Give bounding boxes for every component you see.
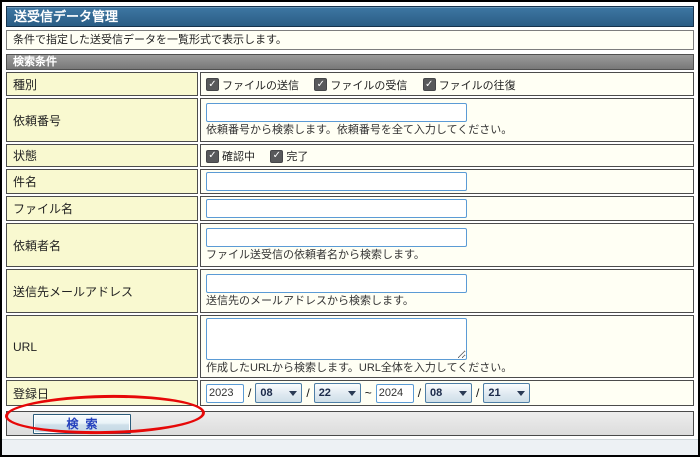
date-separator: / — [248, 386, 251, 400]
registration-date-label: 登録日 — [6, 380, 198, 406]
destination-email-input[interactable] — [206, 274, 467, 293]
to-day-value: 21 — [488, 387, 500, 399]
chevron-down-icon — [348, 391, 356, 396]
requester-name-input[interactable] — [206, 228, 467, 247]
page-title: 送受信データ管理 — [14, 9, 118, 24]
search-conditions-header: 検索条件 — [6, 54, 694, 70]
app-window: 送受信データ管理 条件で指定した送受信データを一覧形式で表示します。 検索条件 … — [0, 0, 700, 457]
request-number-input[interactable] — [206, 103, 467, 122]
checkbox-checked-icon — [206, 78, 219, 91]
table-row-requester-name: 依頼者名 ファイル送受信の依頼者名から検索します。 — [6, 223, 694, 267]
type-options-cell: ファイルの送信 ファイルの受信 ファイルの往復 — [200, 72, 694, 96]
table-row-status: 状態 確認中 完了 — [6, 144, 694, 167]
requester-name-label: 依頼者名 — [6, 223, 198, 267]
checkbox-checked-icon — [206, 150, 219, 163]
registration-date-cell: / 08 / 22 ~ / — [200, 380, 694, 406]
date-separator: / — [418, 386, 421, 400]
status-label: 状態 — [6, 144, 198, 167]
from-day-select[interactable]: 22 — [314, 383, 361, 403]
action-bar: 検索 — [6, 411, 694, 436]
destination-email-cell: 送信先のメールアドレスから検索します。 — [200, 269, 694, 313]
to-month-select[interactable]: 08 — [425, 383, 472, 403]
table-row-type: 種別 ファイルの送信 ファイルの受信 ファイルの往復 — [6, 72, 694, 96]
registration-date-controls: / 08 / 22 ~ / — [206, 383, 688, 403]
checkbox-status-complete[interactable]: 完了 — [270, 148, 308, 164]
checkbox-checked-icon — [423, 78, 436, 91]
checkbox-checked-icon — [314, 78, 327, 91]
checkbox-file-roundtrip[interactable]: ファイルの往復 — [423, 77, 516, 93]
search-form-table: 種別 ファイルの送信 ファイルの受信 ファイルの往復 — [4, 70, 696, 408]
table-row-destination-email: 送信先メールアドレス 送信先のメールアドレスから検索します。 — [6, 269, 694, 313]
bottom-filler — [2, 439, 698, 455]
url-help: 作成したURLから検索します。URL全体を入力してください。 — [206, 361, 688, 375]
table-row-file-name: ファイル名 — [6, 196, 694, 221]
chevron-down-icon — [517, 391, 525, 396]
from-year-input[interactable] — [206, 384, 244, 403]
status-options-cell: 確認中 完了 — [200, 144, 694, 167]
subject-input[interactable] — [206, 172, 467, 191]
checkbox-file-send[interactable]: ファイルの送信 — [206, 77, 299, 93]
requester-name-help: ファイル送受信の依頼者名から検索します。 — [206, 248, 688, 262]
checkbox-file-roundtrip-label: ファイルの往復 — [439, 77, 516, 93]
checkbox-checked-icon — [270, 150, 283, 163]
table-row-url: URL 作成したURLから検索します。URL全体を入力してください。 — [6, 315, 694, 378]
date-separator: / — [306, 386, 309, 400]
url-label: URL — [6, 315, 198, 378]
destination-email-label: 送信先メールアドレス — [6, 269, 198, 313]
page-description-bar: 条件で指定した送受信データを一覧形式で表示します。 — [6, 30, 694, 50]
file-name-label: ファイル名 — [6, 196, 198, 221]
checkbox-file-receive-label: ファイルの受信 — [330, 77, 407, 93]
file-name-cell — [200, 196, 694, 221]
to-month-value: 08 — [430, 387, 442, 399]
destination-email-help: 送信先のメールアドレスから検索します。 — [206, 294, 688, 308]
to-year-input[interactable] — [376, 384, 414, 403]
search-conditions-title: 検索条件 — [13, 56, 57, 68]
checkbox-status-confirming-label: 確認中 — [222, 148, 255, 164]
search-button[interactable]: 検索 — [33, 414, 131, 434]
checkbox-file-send-label: ファイルの送信 — [222, 77, 299, 93]
chevron-down-icon — [289, 391, 297, 396]
requester-name-cell: ファイル送受信の依頼者名から検索します。 — [200, 223, 694, 267]
subject-label: 件名 — [6, 169, 198, 194]
url-textarea[interactable] — [206, 318, 467, 360]
file-name-input[interactable] — [206, 199, 467, 218]
from-month-value: 08 — [260, 387, 272, 399]
date-separator: / — [476, 386, 479, 400]
table-row-subject: 件名 — [6, 169, 694, 194]
chevron-down-icon — [459, 391, 467, 396]
checkbox-file-receive[interactable]: ファイルの受信 — [314, 77, 407, 93]
table-row-request-number: 依頼番号 依頼番号から検索します。依頼番号を全て入力してください。 — [6, 98, 694, 142]
checkbox-status-complete-label: 完了 — [286, 148, 308, 164]
page-content: 送受信データ管理 条件で指定した送受信データを一覧形式で表示します。 検索条件 … — [2, 2, 698, 439]
from-month-select[interactable]: 08 — [255, 383, 302, 403]
url-cell: 作成したURLから検索します。URL全体を入力してください。 — [200, 315, 694, 378]
to-day-select[interactable]: 21 — [483, 383, 530, 403]
from-day-value: 22 — [319, 387, 331, 399]
request-number-help: 依頼番号から検索します。依頼番号を全て入力してください。 — [206, 123, 688, 137]
table-row-registration-date: 登録日 / 08 / 22 ~ — [6, 380, 694, 406]
range-separator: ~ — [365, 386, 372, 400]
request-number-cell: 依頼番号から検索します。依頼番号を全て入力してください。 — [200, 98, 694, 142]
page-description: 条件で指定した送受信データを一覧形式で表示します。 — [13, 34, 287, 46]
type-label: 種別 — [6, 72, 198, 96]
request-number-label: 依頼番号 — [6, 98, 198, 142]
checkbox-status-confirming[interactable]: 確認中 — [206, 148, 255, 164]
subject-cell — [200, 169, 694, 194]
page-title-bar: 送受信データ管理 — [6, 6, 694, 27]
